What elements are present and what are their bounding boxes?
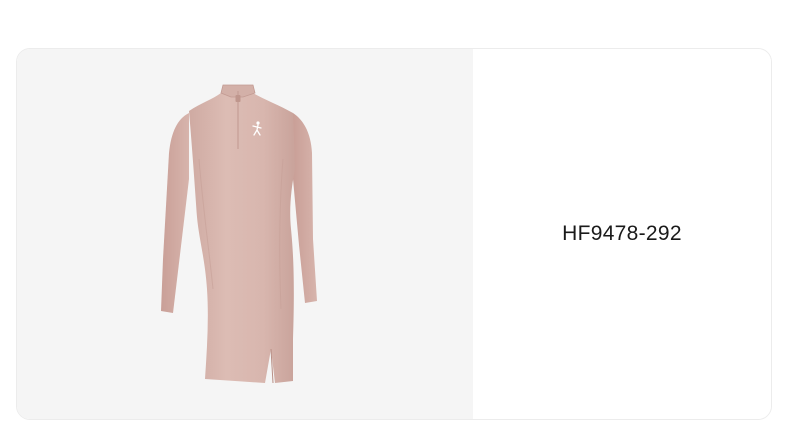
zipper-pull (235, 95, 241, 102)
right-sleeve (293, 113, 317, 303)
left-sleeve (161, 113, 189, 313)
product-sku: HF9478-292 (562, 222, 682, 245)
product-card[interactable]: HF9478-292 (16, 48, 772, 420)
dress-body (189, 93, 295, 383)
product-image (161, 84, 317, 384)
product-info-panel: HF9478-292 (473, 49, 771, 419)
product-image-panel[interactable] (17, 49, 473, 419)
dress-image (161, 84, 317, 384)
